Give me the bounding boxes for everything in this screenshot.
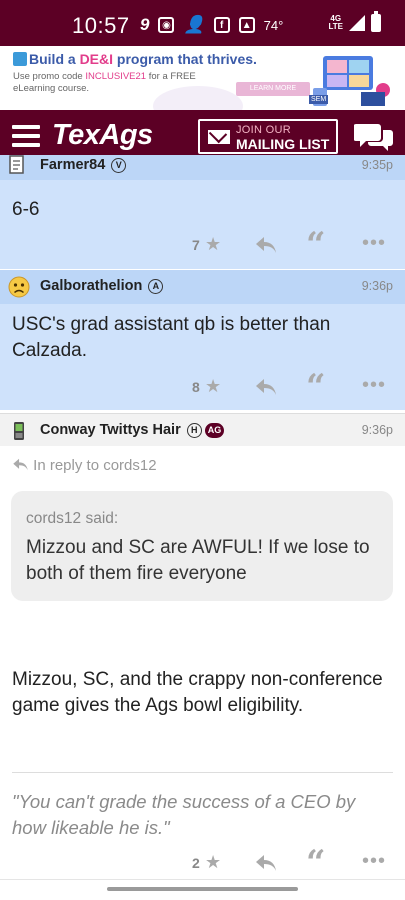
join-label: JOIN OUR	[236, 124, 291, 136]
post-body: 6-6	[12, 199, 40, 220]
post-actions: 8 ★ “ •••	[0, 370, 405, 404]
envelope-icon	[208, 130, 230, 144]
post-time: 9:36p	[361, 279, 393, 293]
username[interactable]: Farmer84 V	[40, 157, 127, 173]
ad-logo-icon	[13, 52, 27, 66]
username[interactable]: Galborathelion A	[40, 278, 164, 294]
system-icons: 4G LTE	[328, 11, 381, 32]
ad-title: Build a DE&I program that thrives.	[13, 51, 257, 67]
mailing-list-button[interactable]: JOIN OUR MAILING LIST	[198, 119, 338, 154]
star-icon[interactable]: ★	[205, 234, 221, 255]
ag-badge: AG	[204, 423, 225, 438]
ad-brand-badge: SEM	[309, 95, 329, 104]
post-time: 9:35p	[361, 158, 393, 172]
site-logo[interactable]: TexAgs	[52, 119, 153, 152]
status-time: 10:57	[72, 13, 130, 38]
post-body: Mizzou, SC, and the crappy non-conferenc…	[12, 669, 383, 716]
reply-icon[interactable]	[255, 378, 277, 396]
network-type: 4G LTE	[328, 14, 343, 31]
ad-banner[interactable]: Build a DE&I program that thrives. Use p…	[13, 46, 393, 110]
user-badge: A	[148, 279, 164, 294]
ad-subtitle: Use promo code INCLUSIVE21 for a FREE eL…	[13, 71, 196, 94]
more-options-icon[interactable]: •••	[362, 232, 386, 255]
radio-icon: ◉	[158, 17, 175, 33]
user-signature: "You can't grade the success of a CEO by…	[12, 791, 356, 838]
post-time: 9:36p	[361, 423, 393, 437]
worried-face-icon	[8, 276, 30, 298]
facebook-icon: f	[213, 17, 230, 33]
post-header: Farmer84 V 9:35p	[0, 155, 405, 180]
star-icon[interactable]: ★	[205, 376, 221, 397]
app-9-icon: 9	[140, 15, 150, 34]
like-count: 2	[192, 855, 200, 871]
post-farmer84: Farmer84 V 9:35p 6-6 7 ★ “ •••	[0, 155, 405, 269]
like-count: 8	[192, 379, 200, 395]
avatar-note-icon	[9, 155, 24, 174]
signal-icon	[349, 15, 365, 31]
post-body: USC's grad assistant qb is better than C…	[12, 314, 331, 361]
post-header: Conway Twittys Hair H AG 9:36p	[0, 413, 405, 446]
quote-text: Mizzou and SC are AWFUL! If we lose to b…	[26, 537, 370, 584]
post-actions: 2 ★ “ •••	[0, 846, 405, 880]
ad-learn-more-button[interactable]: LEARN MORE	[236, 82, 310, 96]
quote-icon[interactable]: “	[306, 846, 326, 880]
post-galborathelion: Galborathelion A 9:36p USC's grad assista…	[0, 270, 405, 410]
add-person-icon: 👤	[183, 15, 205, 34]
user-badge: V	[111, 158, 127, 173]
image-icon: ▲	[238, 17, 255, 33]
quoted-post: cords12 said: Mizzou and SC are AWFUL! I…	[11, 491, 393, 601]
phone-icon	[14, 422, 24, 440]
star-icon[interactable]: ★	[205, 852, 221, 873]
mailing-list-label: MAILING LIST	[236, 136, 330, 152]
username[interactable]: Conway Twittys Hair H AG	[40, 422, 225, 438]
gesture-bar[interactable]	[107, 887, 298, 891]
reply-to-link[interactable]: In reply to cords12	[12, 457, 157, 474]
reply-icon[interactable]	[255, 854, 277, 872]
status-bar: 10:57 9 ◉ 👤 f ▲ 74° 4G LTE	[0, 0, 405, 46]
quote-icon[interactable]: “	[306, 228, 326, 262]
more-options-icon[interactable]: •••	[362, 374, 386, 397]
quote-author[interactable]: cords12 said:	[26, 510, 118, 528]
like-count: 7	[192, 237, 200, 253]
notification-icons: 9 ◉ 👤 f ▲ 74°	[140, 15, 283, 35]
signature-divider	[12, 772, 393, 773]
nav-divider	[0, 879, 405, 880]
hamburger-menu-icon[interactable]	[12, 125, 40, 147]
temperature: 74°	[263, 17, 284, 33]
post-header: Galborathelion A 9:36p	[0, 270, 405, 304]
more-options-icon[interactable]: •••	[362, 850, 386, 873]
chat-bubbles-icon[interactable]	[354, 120, 394, 154]
reply-icon[interactable]	[255, 236, 277, 254]
quote-icon[interactable]: “	[306, 370, 326, 404]
battery-icon	[371, 11, 381, 32]
user-badge: H	[186, 423, 202, 438]
post-actions: 7 ★ “ •••	[0, 228, 405, 262]
reply-arrow-icon	[13, 458, 28, 471]
